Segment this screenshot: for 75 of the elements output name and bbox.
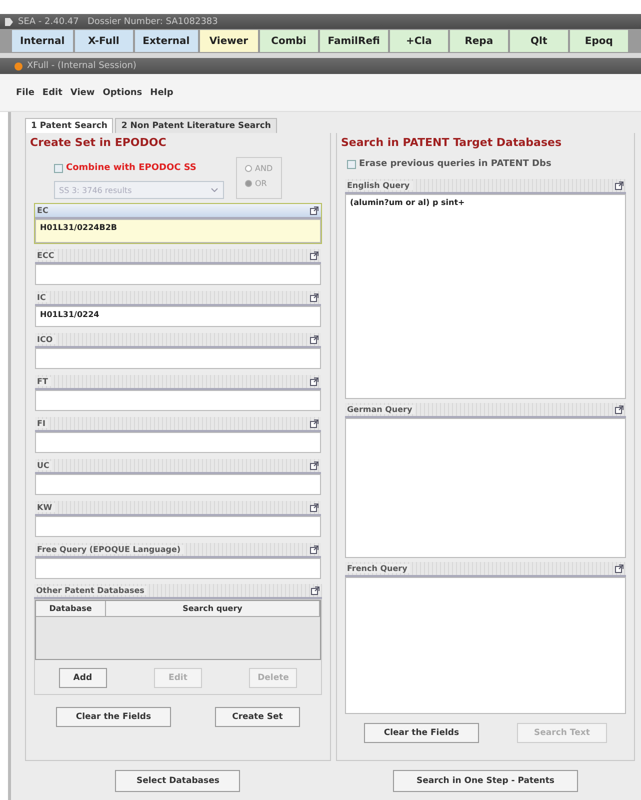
field-label: ECC (37, 251, 58, 260)
field-label: German Query (346, 405, 416, 414)
input-field[interactable] (35, 474, 321, 495)
menu-item[interactable]: Help (150, 88, 174, 98)
field-label: KW (37, 503, 56, 512)
field-label: English Query (346, 181, 413, 190)
field-label: FI (37, 419, 48, 428)
tab[interactable]: 2 Non Patent Literature Search (115, 118, 277, 133)
field-label: EC (37, 206, 50, 215)
window-title: XFull - (Internal Session) (27, 61, 136, 71)
panel-title: Create Set in EPODOC (30, 136, 168, 149)
field-label: IC (37, 293, 49, 302)
expand-icon[interactable] (310, 461, 319, 470)
input-field[interactable] (35, 516, 321, 537)
toolbar-button[interactable]: X-Full (74, 30, 133, 52)
panel-title: Search in PATENT Target Databases (340, 136, 563, 149)
input-field[interactable]: H01L31/0224 (35, 306, 321, 327)
field-label: FT (37, 377, 51, 386)
menu-item[interactable]: View (70, 88, 95, 98)
field-label: Free Query (EPOQUE Language) (37, 545, 184, 554)
field-label: French Query (346, 564, 410, 573)
column-header: Search query (106, 601, 320, 617)
session-icon (14, 62, 23, 70)
toolbar-button[interactable]: Epoq (570, 30, 628, 52)
radio-button[interactable] (245, 180, 252, 187)
toolbar-button[interactable]: Repa (450, 30, 508, 52)
expand-icon[interactable] (310, 419, 319, 428)
expand-icon[interactable] (310, 586, 320, 595)
expand-icon[interactable] (310, 335, 319, 344)
field-label: ICO (37, 335, 56, 344)
expand-icon[interactable] (310, 251, 319, 260)
toolbar-button[interactable]: Combi (260, 30, 318, 52)
expand-icon[interactable] (310, 377, 319, 386)
field-label: UC (37, 461, 52, 470)
input-field[interactable] (35, 558, 321, 579)
expand-icon[interactable] (310, 293, 319, 302)
search-button[interactable]: Search in One Step - Patents (392, 770, 578, 792)
input-field[interactable] (35, 432, 321, 453)
checkbox-label: Erase previous queries in PATENT Dbs (358, 159, 552, 169)
toolbar-button[interactable]: External (134, 30, 198, 52)
column-header: Database (36, 601, 106, 617)
expand-icon[interactable] (615, 181, 624, 190)
app-title: SEA - 2.40.47 Dossier Number: SA1082383 (18, 16, 218, 26)
menu-item[interactable]: Edit (42, 88, 62, 98)
text-area[interactable]: (alumin?um or al) p sint+ (344, 194, 626, 399)
toolbar-button[interactable]: FamilRefi (320, 30, 388, 52)
toolbar-button[interactable]: Qlt (510, 30, 568, 52)
panel-button[interactable]: Create Set (214, 707, 300, 727)
toolbar-button[interactable]: +Cla (390, 30, 448, 52)
expand-icon[interactable] (310, 503, 319, 512)
table-button[interactable]: Add (58, 668, 107, 688)
radio-label: AND (255, 164, 273, 173)
toolbar-button[interactable]: Internal (12, 30, 73, 52)
input-field[interactable] (35, 390, 321, 411)
expand-icon[interactable] (615, 405, 624, 414)
checkbox[interactable] (346, 160, 356, 168)
radio-button[interactable] (245, 165, 252, 172)
panel-button[interactable]: Clear the Fields (364, 723, 479, 743)
menu-item[interactable]: Options (102, 88, 142, 98)
panel-button[interactable]: Clear the Fields (56, 707, 171, 727)
radio-label: OR (255, 179, 267, 188)
input-field[interactable] (35, 264, 321, 285)
app-icon (4, 16, 14, 26)
tab[interactable]: 1 Patent Search (25, 118, 114, 133)
input-field[interactable]: H01L31/0224B2B (35, 219, 321, 243)
expand-icon[interactable] (310, 545, 319, 554)
toolbar-button[interactable]: Viewer (200, 30, 258, 52)
select-databases-button[interactable]: Select Databases (115, 770, 240, 792)
checkbox-label: Combine with EPODOC SS (66, 163, 196, 173)
section-label: Other Patent Databases (36, 586, 148, 595)
input-field[interactable] (35, 348, 321, 369)
expand-icon[interactable] (615, 564, 624, 573)
menu-item[interactable]: File (16, 88, 34, 98)
checkbox[interactable] (54, 164, 63, 172)
expand-icon[interactable] (310, 206, 319, 215)
